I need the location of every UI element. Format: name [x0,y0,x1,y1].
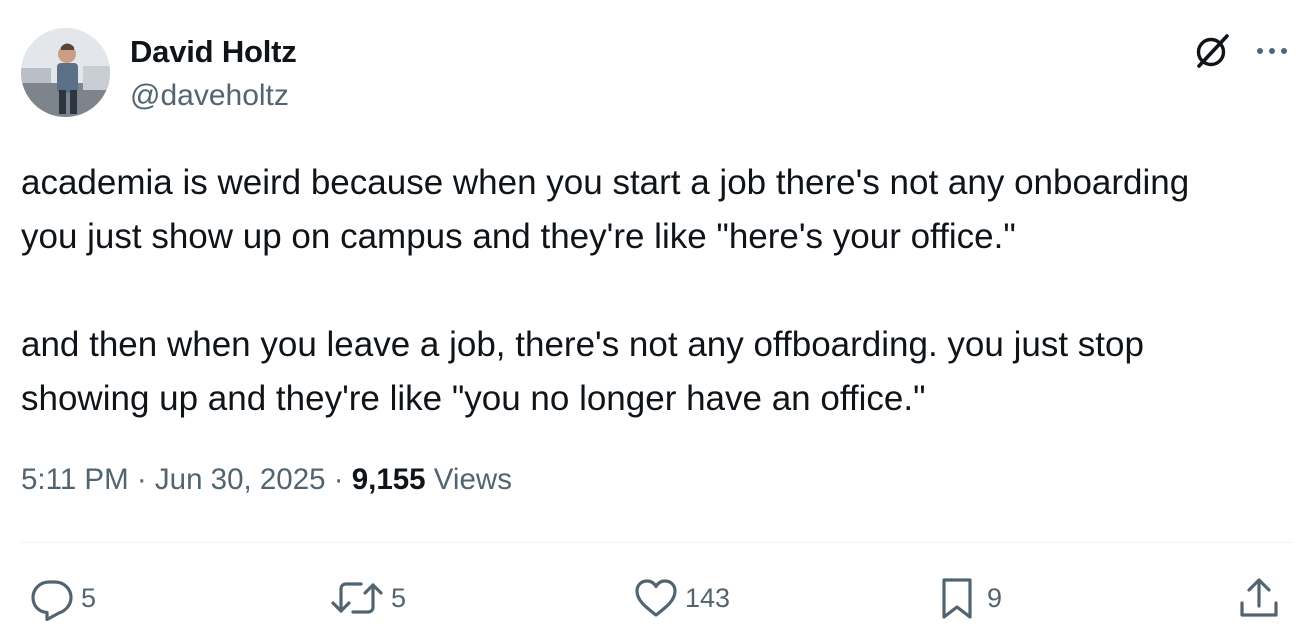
bookmark-icon [942,578,972,619]
reply-icon [31,580,73,621]
tweet-metadata: 5:11 PM · Jun 30, 2025 · 9,155 Views [21,463,512,497]
share-button[interactable] [1236,572,1282,624]
bookmark-button[interactable]: 9 [935,572,1002,624]
like-button[interactable]: 143 [633,572,730,624]
avatar[interactable] [21,28,110,117]
divider [21,542,1293,543]
meta-separator: · [136,463,147,496]
author-display-name[interactable]: David Holtz [130,34,297,70]
views-label: Views [433,463,512,496]
tweet-card: David Holtz @daveholtz academia is weird… [0,0,1307,637]
bookmark-count: 9 [987,582,1003,613]
share-icon [1240,578,1278,617]
reply-button[interactable]: 5 [29,572,96,624]
meta-separator: · [333,463,344,496]
like-icon [635,579,677,617]
views-count: 9,155 [351,463,426,496]
reply-count: 5 [81,582,97,613]
avatar-photo [21,28,110,117]
retweet-icon [331,582,383,614]
tweet-text: academia is weird because when you start… [21,163,1190,418]
grok-icon[interactable] [1191,30,1233,72]
tweet-time[interactable]: 5:11 PM [21,463,129,496]
tweet-date[interactable]: Jun 30, 2025 [155,463,326,496]
like-count: 143 [685,582,731,613]
repost-count: 5 [391,582,407,613]
author-handle[interactable]: @daveholtz [130,79,289,113]
repost-button[interactable]: 5 [329,572,406,624]
more-options-icon[interactable] [1254,34,1290,68]
